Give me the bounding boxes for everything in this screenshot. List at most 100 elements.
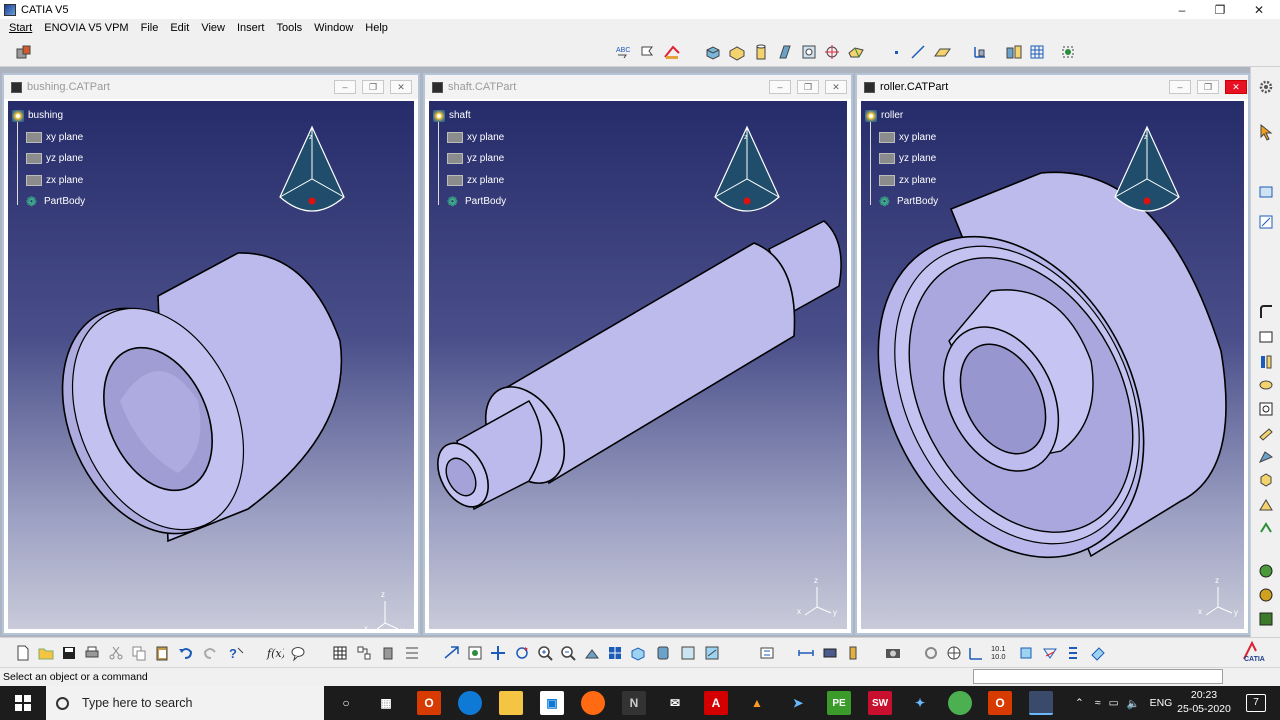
firefox-icon[interactable] — [581, 691, 605, 715]
document-titlebar[interactable]: roller.CATPart – ❐ ✕ — [857, 75, 1248, 99]
menu-enovia[interactable]: ENOVIA V5 VPM — [38, 22, 134, 34]
gear-icon[interactable] — [1256, 77, 1276, 97]
thread-icon[interactable] — [1256, 424, 1276, 444]
menu-file[interactable]: File — [135, 22, 165, 34]
multi-section-solid-icon[interactable] — [846, 42, 866, 62]
groove-icon[interactable] — [775, 42, 795, 62]
text-annotation-icon[interactable]: ABC — [614, 42, 634, 62]
bushing-model[interactable]: z z x y — [8, 101, 414, 629]
menu-window[interactable]: Window — [308, 22, 359, 34]
menu-insert[interactable]: Insert — [231, 22, 271, 34]
part-design-workbench-icon[interactable] — [14, 42, 34, 62]
update-icon[interactable] — [757, 643, 777, 663]
menu-start[interactable]: Start — [3, 22, 38, 34]
refresh-icon[interactable] — [921, 643, 941, 663]
measure-icon[interactable] — [662, 42, 682, 62]
notion-icon[interactable]: N — [622, 691, 646, 715]
web-globe-icon[interactable] — [944, 643, 964, 663]
apply-material-icon[interactable] — [1256, 561, 1276, 581]
measure-item-icon[interactable] — [820, 643, 840, 663]
cortana-icon[interactable]: ○ — [334, 691, 358, 715]
undo-icon[interactable] — [176, 643, 196, 663]
point-icon[interactable] — [886, 42, 906, 62]
doc-close-button[interactable]: ✕ — [825, 80, 847, 94]
pattern-icon[interactable] — [1256, 519, 1276, 539]
file-explorer-icon[interactable] — [499, 691, 523, 715]
axis-system-icon[interactable] — [970, 42, 990, 62]
doc-maximize-button[interactable]: ❐ — [797, 80, 819, 94]
thickness-icon[interactable] — [1256, 399, 1276, 419]
body-insert-icon[interactable] — [1004, 42, 1024, 62]
eraser-icon[interactable] — [1088, 643, 1108, 663]
sketch-icon[interactable] — [1256, 182, 1276, 202]
open-folder-icon[interactable] — [36, 643, 56, 663]
constraint-icon[interactable] — [1016, 643, 1036, 663]
solidworks-icon[interactable]: SW — [868, 691, 892, 715]
close-window-button[interactable]: ✕ — [1239, 0, 1279, 19]
copy-icon[interactable] — [129, 643, 149, 663]
mirror-icon[interactable] — [1256, 495, 1276, 515]
doc-maximize-button[interactable]: ❐ — [362, 80, 384, 94]
catia-taskbar-icon[interactable]: ✦ — [908, 691, 932, 715]
rotate-icon[interactable] — [512, 643, 532, 663]
measure-between-icon[interactable] — [796, 643, 816, 663]
office-2-icon[interactable]: O — [988, 691, 1012, 715]
grid-icon[interactable] — [1027, 42, 1047, 62]
ansys-icon[interactable]: ➤ — [786, 691, 810, 715]
line-icon[interactable] — [908, 42, 928, 62]
minimize-window-button[interactable]: – — [1162, 0, 1202, 19]
help-icon[interactable]: ? — [226, 643, 246, 663]
document-titlebar[interactable]: shaft.CATPart – ❐ ✕ — [425, 75, 851, 99]
3d-viewport[interactable]: roller xy plane yz plane zx plane ❁ PartB… — [861, 101, 1244, 629]
doc-minimize-button[interactable]: – — [1169, 80, 1191, 94]
notifications-badge[interactable]: 7 — [1246, 694, 1266, 712]
iso-view-icon[interactable] — [628, 643, 648, 663]
maximize-window-button[interactable]: ❐ — [1200, 0, 1240, 19]
knowledge-icon[interactable] — [354, 643, 374, 663]
normal-view-icon[interactable] — [582, 643, 602, 663]
inertia-icon[interactable] — [843, 643, 863, 663]
office-icon[interactable]: O — [417, 691, 441, 715]
fillet-icon[interactable] — [1256, 302, 1276, 322]
catia-active-task-icon[interactable] — [1029, 691, 1053, 715]
taskbar-clock[interactable]: 20:23 25-05-2020 — [1172, 688, 1236, 716]
hole-icon[interactable] — [799, 42, 819, 62]
pad-icon[interactable] — [703, 42, 723, 62]
cut-icon[interactable] — [106, 643, 126, 663]
taskbar-search-box[interactable]: Type here to search — [46, 686, 324, 720]
fly-mode-icon[interactable] — [442, 643, 462, 663]
table-icon[interactable] — [330, 643, 350, 663]
pe-icon[interactable]: PE — [827, 691, 851, 715]
battery-icon[interactable]: ▭ — [1109, 697, 1119, 709]
document-window-bushing[interactable]: bushing.CATPart – ❐ ✕ bushing xy plane y… — [2, 73, 420, 635]
roller-model[interactable]: z z x y — [861, 101, 1244, 629]
doc-maximize-button[interactable]: ❐ — [1197, 80, 1219, 94]
list-icon[interactable] — [1063, 643, 1083, 663]
menu-help[interactable]: Help — [359, 22, 394, 34]
flag-note-icon[interactable] — [638, 42, 658, 62]
pan-icon[interactable] — [488, 643, 508, 663]
volume-icon[interactable]: 🔈 — [1127, 697, 1140, 710]
formula-icon[interactable]: f(x) — [265, 643, 285, 663]
shaft-feature-icon[interactable] — [751, 42, 771, 62]
bundle-icon[interactable] — [378, 643, 398, 663]
paste-icon[interactable] — [152, 643, 172, 663]
3d-viewport[interactable]: bushing xy plane yz plane zx plane ❁ Part… — [8, 101, 414, 629]
fit-all-icon[interactable] — [1058, 42, 1078, 62]
catalog-icon[interactable] — [1256, 609, 1276, 629]
multi-view-icon[interactable] — [605, 643, 625, 663]
redo-icon[interactable] — [200, 643, 220, 663]
command-input[interactable] — [973, 669, 1223, 684]
swap-visible-space-icon[interactable] — [702, 643, 722, 663]
capture-camera-icon[interactable] — [883, 643, 903, 663]
analysis-icon[interactable] — [1040, 643, 1060, 663]
comment-icon[interactable] — [288, 643, 308, 663]
document-titlebar[interactable]: bushing.CATPart – ❐ ✕ — [4, 75, 418, 99]
doc-minimize-button[interactable]: – — [769, 80, 791, 94]
document-window-roller[interactable]: roller.CATPart – ❐ ✕ roller xy plane yz … — [855, 73, 1250, 635]
network-icon[interactable]: ≈ — [1095, 697, 1101, 709]
select-arrow-icon[interactable] — [1256, 122, 1276, 142]
3d-viewport[interactable]: shaft xy plane yz plane zx plane ❁ PartBo… — [429, 101, 847, 629]
draft-icon[interactable] — [1256, 352, 1276, 372]
menu-tools[interactable]: Tools — [270, 22, 308, 34]
